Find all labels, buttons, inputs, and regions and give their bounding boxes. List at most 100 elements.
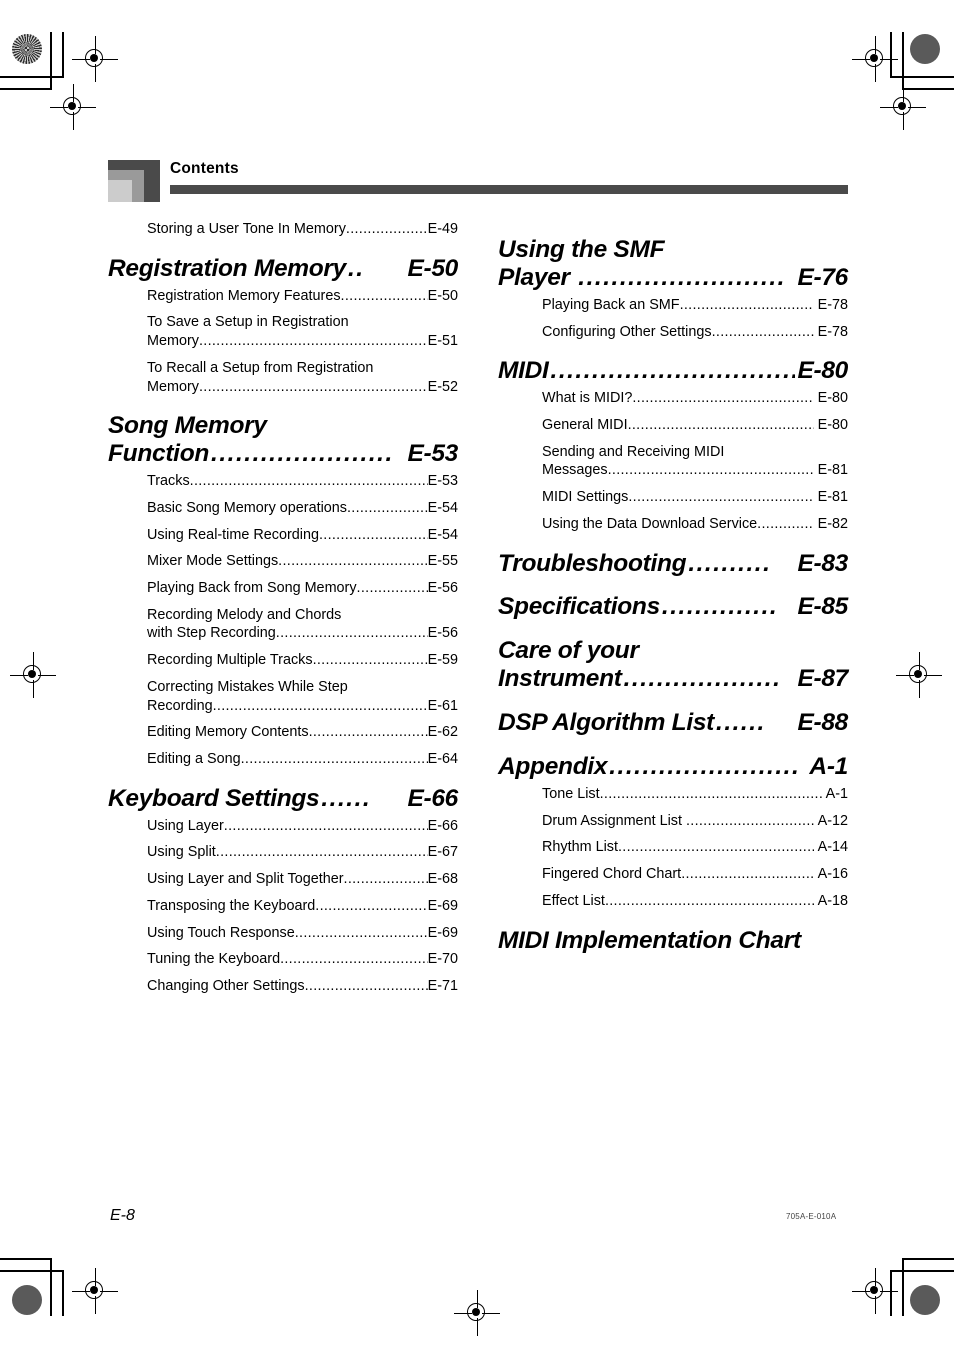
toc-entry[interactable]: Effect List.............................…: [498, 892, 848, 911]
toc-label: Player: [498, 263, 577, 291]
toc-dot-leader: ........................................…: [304, 977, 428, 994]
toc-label: Tuning the Keyboard: [147, 951, 281, 968]
toc-dot-leader: ........................................…: [343, 871, 428, 888]
toc-leader-row: Recording...............................…: [147, 697, 458, 716]
toc-label: Fingered Chord Chart: [542, 866, 682, 883]
toc-entry[interactable]: Registration Memory Features............…: [108, 287, 458, 306]
toc-entry[interactable]: Transposing the Keyboard................…: [108, 897, 458, 916]
crop-mark: [0, 88, 52, 90]
toc-label: MIDI Implementation Chart: [498, 926, 801, 954]
toc-entry[interactable]: MIDI Settings...........................…: [498, 488, 848, 507]
toc-entry[interactable]: Tracks..................................…: [108, 472, 458, 491]
toc-leader-row: Changing Other Settings.................…: [147, 977, 458, 996]
toc-entry[interactable]: To Recall a Setup from Registration Memor…: [108, 359, 458, 396]
toc-label: Rhythm List: [542, 839, 618, 856]
toc-entry[interactable]: Recording Multiple Tracks...............…: [108, 651, 458, 670]
toc-label: What is MIDI?: [542, 390, 633, 407]
toc-entry[interactable]: Editing a Song..........................…: [108, 750, 458, 769]
toc-label: Recording: [147, 697, 213, 714]
toc-dot-leader: ........................................…: [617, 839, 814, 856]
toc-page-ref: E-68: [427, 871, 458, 888]
toc-page-ref: E-67: [427, 844, 458, 861]
toc-dot-leader: ........................................…: [356, 579, 428, 596]
toc-leader-row: Specifications.............. E-85: [498, 593, 848, 621]
toc-page-ref: E-69: [427, 897, 458, 914]
toc-leader-row: Appendix....................... A-1: [498, 753, 848, 781]
toc-page-ref: E-61: [427, 697, 458, 714]
toc-entry[interactable]: Fingered Chord Chart....................…: [498, 865, 848, 884]
toc-label: Storing a User Tone In Memory: [147, 221, 346, 237]
toc-entry[interactable]: Using Split.............................…: [108, 843, 458, 862]
toc-label: Tone List: [542, 786, 600, 803]
toc-entry[interactable]: Correcting Mistakes While Step Recording.…: [108, 678, 458, 715]
toc-label: Mixer Mode Settings: [147, 553, 279, 570]
toc-entry[interactable]: Configuring Other Settings..............…: [498, 323, 848, 342]
toc-entry[interactable]: Editing Memory Contents.................…: [108, 723, 458, 742]
toc-entry[interactable]: Rhythm List.............................…: [498, 838, 848, 857]
toc-entry[interactable]: Changing Other Settings.................…: [108, 977, 458, 996]
toc-leader-row: Storing a User Tone In Memory...........…: [147, 220, 458, 239]
toc-section-heading[interactable]: MIDI Implementation Chart: [498, 927, 848, 955]
toc-entry[interactable]: Mixer Mode Settings.....................…: [108, 552, 458, 571]
toc-section-heading[interactable]: Care of your Instrument..................…: [498, 637, 848, 693]
toc-label-line: Care of your: [498, 637, 639, 665]
toc-entry[interactable]: Basic Song Memory operations............…: [108, 499, 458, 518]
toc-leader-row: Using Touch Response....................…: [147, 924, 458, 943]
toc-entry[interactable]: Tuning the Keyboard.....................…: [108, 950, 458, 969]
toc-leader-row: Transposing the Keyboard................…: [147, 897, 458, 916]
toc-section-heading[interactable]: Appendix....................... A-1: [498, 753, 848, 781]
toc-section-heading[interactable]: Registration Memory.. E-50: [108, 255, 458, 283]
toc-label-line: Recording Melody and Chords: [147, 606, 342, 623]
registration-target-bottom-center: [454, 1290, 500, 1336]
toc-leader-row: Registration Memory.. E-50: [108, 255, 458, 283]
toc-section-heading[interactable]: Specifications.............. E-85: [498, 593, 848, 621]
toc-entry[interactable]: To Save a Setup in Registration Memory...…: [108, 313, 458, 350]
toc-page-ref: E-83: [797, 549, 848, 577]
toc-page-ref: A-16: [817, 866, 848, 883]
toc-label: Effect List: [542, 892, 605, 909]
toc-section-heading[interactable]: DSP Algorithm List...... E-88: [498, 709, 848, 737]
toc-section-heading[interactable]: Using the SMF Player ....................…: [498, 236, 848, 292]
toc-dot-leader: ........................................…: [294, 924, 428, 941]
toc-entry[interactable]: Playing Back from Song Memory...........…: [108, 579, 458, 598]
toc-section-heading[interactable]: Troubleshooting.......... E-83: [498, 550, 848, 578]
toc-entry[interactable]: Using Layer and Split Together..........…: [108, 870, 458, 889]
toc-label-line: Correcting Mistakes While Step: [147, 678, 348, 695]
toc-entry[interactable]: Sending and Receiving MIDI Messages......…: [498, 443, 848, 480]
color-registration-blob-bottom-left: [12, 1285, 42, 1315]
toc-entry[interactable]: Recording Melody and Chords with Step Rec…: [108, 606, 458, 643]
toc-dot-leader: ..............: [661, 593, 779, 621]
toc-entry[interactable]: What is MIDI?...........................…: [498, 389, 848, 408]
toc-leader-row: Effect List.............................…: [542, 892, 848, 911]
crop-mark: [0, 1258, 52, 1260]
toc-entry[interactable]: Storing a User Tone In Memory...........…: [108, 220, 458, 239]
toc-entry[interactable]: Using Real-time Recording...............…: [108, 526, 458, 545]
toc-dot-leader: ..: [347, 254, 365, 282]
toc-dot-leader: ........................................…: [711, 323, 814, 340]
toc-dot-leader: .........................: [578, 263, 786, 291]
toc-page-ref: E-59: [427, 652, 458, 669]
toc-entry[interactable]: Using Layer.............................…: [108, 817, 458, 836]
toc-page-ref: A-1: [825, 786, 848, 803]
toc-entry[interactable]: General MIDI............................…: [498, 416, 848, 435]
toc-entry[interactable]: Tone List...............................…: [498, 785, 848, 804]
toc-dot-leader: ........................................…: [198, 333, 428, 350]
toc-label: Memory: [147, 333, 199, 350]
toc-entry[interactable]: Using the Data Download Service.........…: [498, 515, 848, 534]
registration-target-top-left-inner: [72, 36, 118, 82]
toc-section-heading[interactable]: Song Memory Function.....................…: [108, 412, 458, 468]
toc-page-ref: E-53: [407, 440, 458, 468]
toc-dot-leader: ......................: [211, 440, 394, 468]
toc-leader-row: Tuning the Keyboard.....................…: [147, 950, 458, 969]
toc-entry[interactable]: Playing Back an SMF.....................…: [498, 296, 848, 315]
toc-page-ref: E-82: [817, 515, 848, 532]
toc-entry[interactable]: Using Touch Response....................…: [108, 924, 458, 943]
toc-column-left: Storing a User Tone In Memory...........…: [108, 220, 458, 1004]
toc-section-heading[interactable]: Keyboard Settings...... E-66: [108, 785, 458, 813]
toc-label: Messages: [542, 462, 608, 479]
toc-entry[interactable]: Drum Assignment List ...................…: [498, 812, 848, 831]
toc-leader-row: Recording Multiple Tracks...............…: [147, 651, 458, 670]
toc-section-heading[interactable]: MIDI............................... E-80: [498, 357, 848, 385]
toc-columns: Storing a User Tone In Memory...........…: [108, 220, 848, 1004]
toc-dot-leader: ........................................…: [346, 499, 428, 516]
